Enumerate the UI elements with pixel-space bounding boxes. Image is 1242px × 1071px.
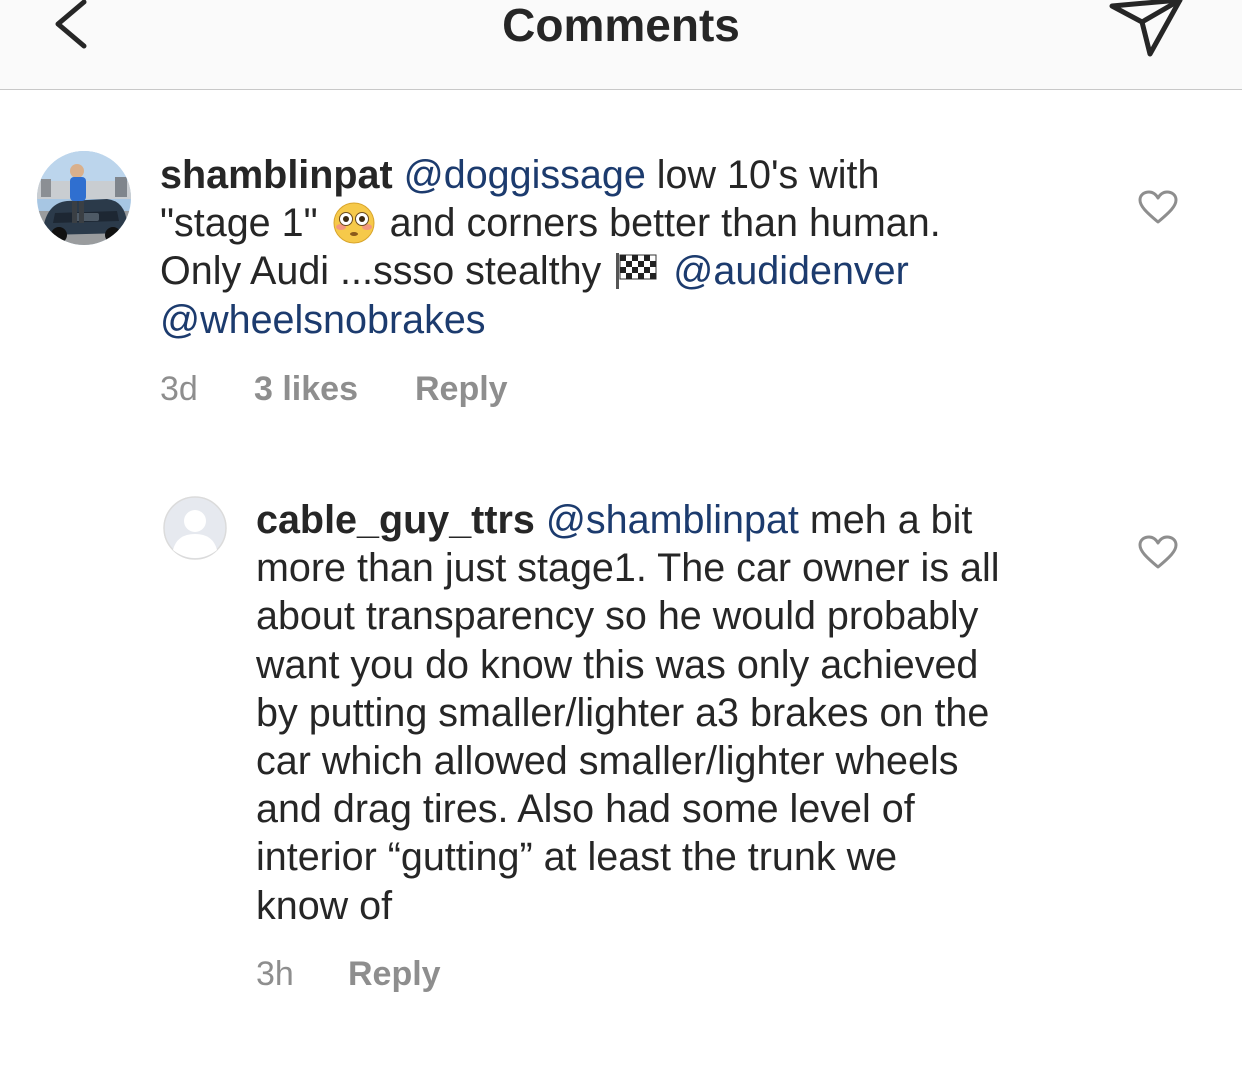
comment-meta: 3d 3 likes Reply xyxy=(160,369,508,409)
comment-username[interactable]: cable_guy_ttrs xyxy=(256,498,535,542)
mention-link[interactable]: @shamblinpat xyxy=(546,498,799,542)
mention-link[interactable]: @doggissage xyxy=(404,153,646,197)
likes-count[interactable]: 3 likes xyxy=(254,369,415,409)
avatar[interactable] xyxy=(163,496,227,560)
user-avatar-photo xyxy=(37,151,131,245)
share-button[interactable] xyxy=(1108,0,1184,62)
comment-line: want you do know this was only achieved xyxy=(256,641,1000,689)
mention-link[interactable]: @audidenver xyxy=(673,249,909,293)
avatar[interactable] xyxy=(37,151,131,245)
heart-icon xyxy=(1138,190,1178,224)
comment-text xyxy=(662,249,673,293)
comment-text: car which allowed smaller/lighter wheels xyxy=(256,739,959,784)
comment-line: Only Audi ...ssso stealthy @audidenver xyxy=(160,247,941,295)
page-title: Comments xyxy=(502,0,740,51)
comment-line: know of xyxy=(256,882,1000,930)
comment-line: "stage 1" and corners better than human. xyxy=(160,199,941,247)
comment-line: car which allowed smaller/lighter wheels xyxy=(256,737,1000,785)
chequered-flag-emoji-icon xyxy=(616,253,657,290)
comment-text: know of xyxy=(256,883,393,928)
comment-line: cable_guy_ttrs @shamblinpat meh a bit xyxy=(256,496,1000,544)
comment-body: shamblinpat @doggissage low 10's with "st… xyxy=(160,151,941,344)
reply-button[interactable]: Reply xyxy=(415,369,508,409)
header-bar: Comments xyxy=(0,0,1242,90)
comment-text: low 10's with xyxy=(645,153,880,197)
comment-text: meh a bit xyxy=(798,498,973,542)
like-button[interactable] xyxy=(1138,190,1178,226)
heart-icon xyxy=(1138,535,1178,569)
comment-text: by putting smaller/lighter a3 brakes on … xyxy=(256,690,990,735)
comment-text: and drag tires. Also had some level of xyxy=(256,787,915,832)
comment-line: @wheelsnobrakes xyxy=(160,296,941,344)
mention-link[interactable]: @wheelsnobrakes xyxy=(160,298,486,342)
reply-button[interactable]: Reply xyxy=(348,954,441,994)
comment-text: Only Audi ...ssso stealthy xyxy=(160,249,613,294)
comment-text: more than just stage1. The car owner is … xyxy=(256,546,1000,591)
comment-line: by putting smaller/lighter a3 brakes on … xyxy=(256,689,1000,737)
comment-line: interior “gutting” at least the trunk we xyxy=(256,833,1000,881)
paper-plane-icon xyxy=(1109,0,1183,57)
reply-comment-body: cable_guy_ttrs @shamblinpat meh a bit mor… xyxy=(256,496,1000,930)
comment-line: and drag tires. Also had some level of xyxy=(256,785,1000,833)
comment-username[interactable]: shamblinpat xyxy=(160,153,393,197)
comment-meta: 3h Reply xyxy=(256,954,441,994)
comment-text: and corners better than human. xyxy=(378,201,941,246)
comment-line: about transparency so he would probably xyxy=(256,592,1000,640)
like-button[interactable] xyxy=(1138,535,1178,571)
comment-text: "stage 1" xyxy=(160,201,329,246)
comment-line: more than just stage1. The car owner is … xyxy=(256,544,1000,592)
comment-text: interior “gutting” at least the trunk we xyxy=(256,835,898,880)
comment-line: shamblinpat @doggissage low 10's with xyxy=(160,151,941,199)
comment-text: want you do know this was only achieved xyxy=(256,642,979,687)
comment-text: about transparency so he would probably xyxy=(256,594,979,639)
flushed-face-emoji-icon xyxy=(333,202,375,244)
comment-time: 3h xyxy=(256,955,294,993)
default-avatar-icon xyxy=(163,496,227,560)
comment-time: 3d xyxy=(160,370,198,408)
